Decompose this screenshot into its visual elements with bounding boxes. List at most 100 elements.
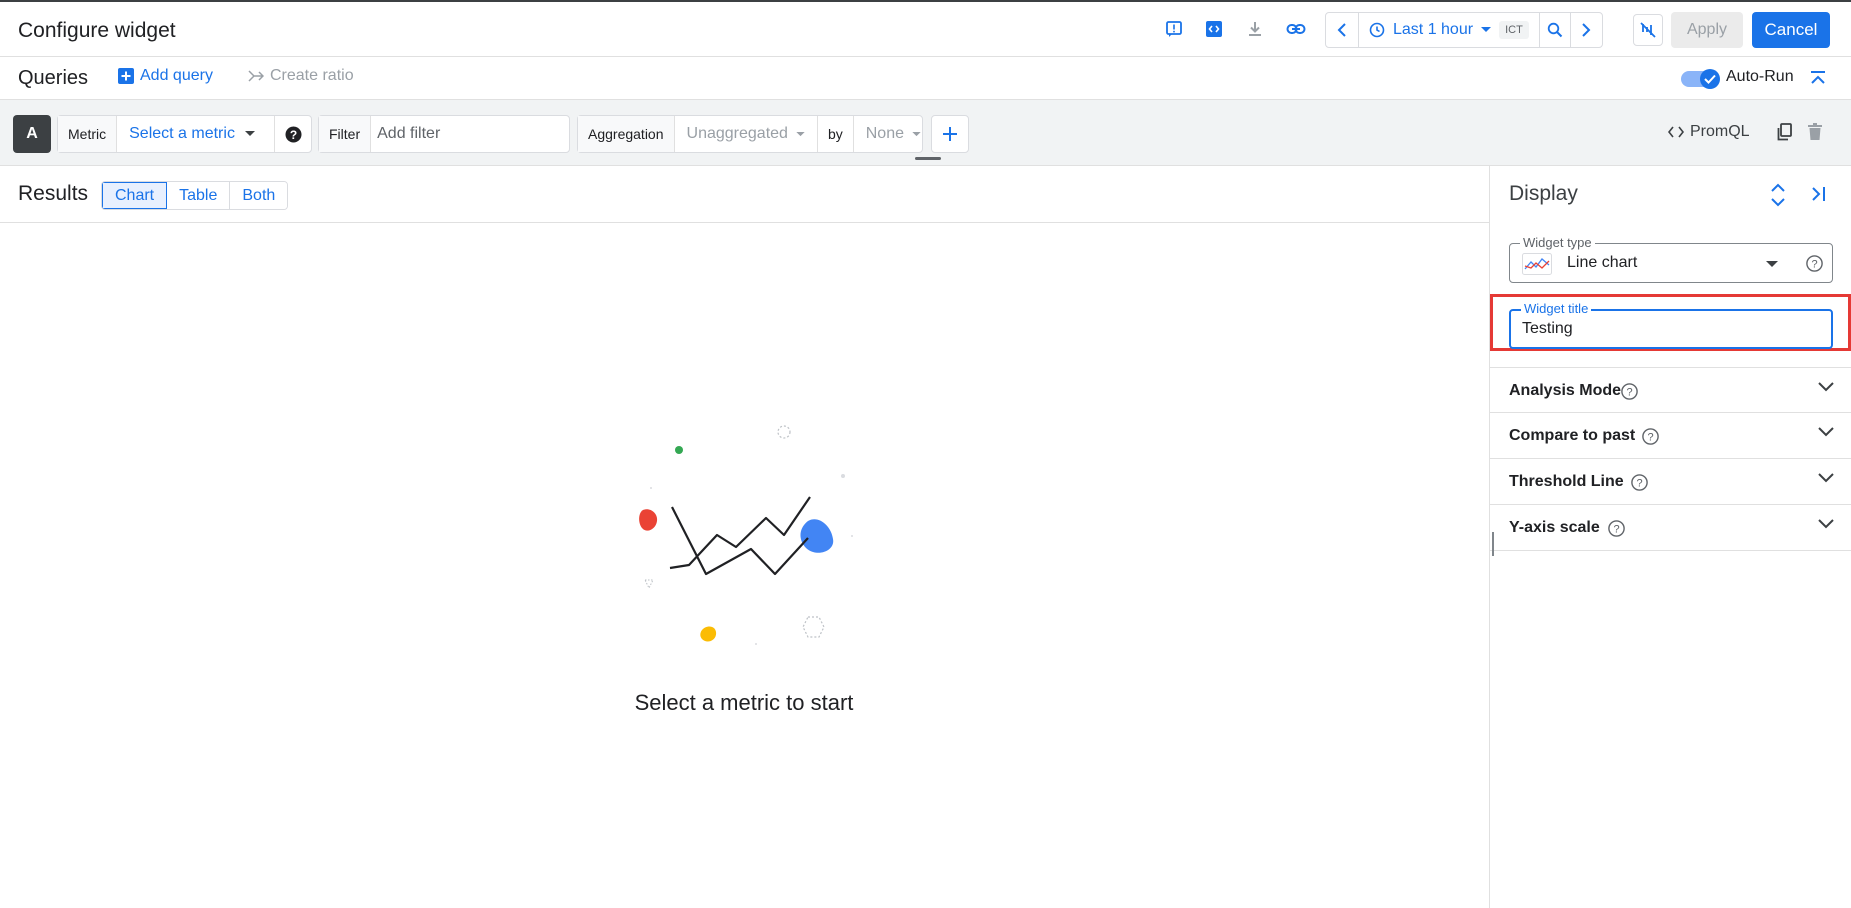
- svg-text:?: ?: [1626, 387, 1632, 399]
- metric-selector[interactable]: Metric Select a metric ?: [57, 115, 312, 153]
- accordion-compare-to-past[interactable]: Compare to past ?: [1490, 413, 1851, 459]
- resize-handle[interactable]: [915, 157, 941, 160]
- results-view-toggle: Chart Table Both: [101, 181, 289, 210]
- svg-text:?: ?: [289, 127, 296, 141]
- chevron-down-icon: [1818, 519, 1834, 529]
- aggregation-value: Unaggregated: [686, 125, 788, 142]
- svg-text:?: ?: [1613, 524, 1619, 536]
- aggregation-dropdown[interactable]: Unaggregated: [675, 116, 818, 152]
- accordion-analysis-mode[interactable]: Analysis Mode ?: [1490, 367, 1851, 413]
- header-bar: Configure widget Last 1 hour ICT Apply C…: [0, 0, 1851, 57]
- compare-to-past-label: Compare to past: [1509, 427, 1636, 444]
- caret-down-icon: [1766, 261, 1778, 268]
- timezone-badge: ICT: [1499, 21, 1529, 39]
- filter-field[interactable]: Filter Add filter: [318, 115, 570, 153]
- help-icon[interactable]: ?: [1621, 383, 1638, 400]
- duplicate-icon[interactable]: [1777, 123, 1793, 141]
- add-box-icon: [118, 68, 134, 84]
- by-label: by: [817, 116, 854, 152]
- time-back-button[interactable]: [1326, 13, 1359, 47]
- chevron-down-icon: [1818, 473, 1834, 483]
- chevron-down-icon: [1818, 382, 1834, 392]
- help-icon[interactable]: ?: [1642, 428, 1659, 445]
- svg-text:?: ?: [1647, 432, 1653, 444]
- widget-title-field[interactable]: Widget title Testing: [1509, 301, 1833, 349]
- time-range-picker[interactable]: Last 1 hour ICT: [1359, 13, 1540, 47]
- y-axis-scale-label: Y-axis scale: [1509, 519, 1600, 536]
- empty-state-message: Select a metric to start: [634, 690, 854, 715]
- caret-down-icon: [796, 131, 805, 137]
- analysis-mode-label: Analysis Mode: [1509, 382, 1622, 399]
- promql-button[interactable]: PromQL: [1668, 123, 1750, 141]
- caret-down-icon: [1481, 27, 1492, 33]
- collapse-queries-icon[interactable]: [1808, 68, 1828, 88]
- threshold-line-label: Threshold Line: [1509, 473, 1624, 490]
- metric-value: Select a metric: [129, 125, 235, 142]
- zoom-icon[interactable]: [1540, 13, 1571, 47]
- clock-icon: [1369, 22, 1385, 38]
- group-by-value: None: [865, 125, 904, 142]
- time-forward-button[interactable]: [1571, 13, 1602, 47]
- metric-label: Metric: [58, 116, 118, 152]
- page-title: Configure widget: [18, 19, 176, 42]
- caret-down-icon: [244, 131, 255, 137]
- metric-help-icon[interactable]: ?: [275, 116, 311, 152]
- promql-label: PromQL: [1690, 123, 1750, 140]
- svg-text:?: ?: [1636, 478, 1642, 490]
- aggregation-selector[interactable]: Aggregation Unaggregated by None: [577, 115, 923, 153]
- tab-table[interactable]: Table: [167, 182, 231, 209]
- accordion-threshold-line[interactable]: Threshold Line ?: [1490, 459, 1851, 505]
- widget-title-input[interactable]: Testing: [1522, 320, 1573, 338]
- empty-state-illustration: [630, 415, 860, 655]
- display-panel: Display Widget type Line chart ? Widget …: [1489, 166, 1851, 908]
- results-title: Results: [18, 182, 89, 205]
- svg-text:?: ?: [1811, 259, 1817, 271]
- accordion-y-axis-scale[interactable]: Y-axis scale ?: [1490, 505, 1851, 551]
- widget-type-value: Line chart: [1567, 254, 1638, 271]
- group-by-dropdown[interactable]: None: [854, 116, 933, 152]
- widget-title-label: Widget title: [1521, 301, 1592, 316]
- add-query-label: Add query: [140, 67, 213, 84]
- help-icon[interactable]: ?: [1806, 255, 1823, 272]
- add-query-button[interactable]: Add query: [118, 67, 213, 85]
- create-ratio-label: Create ratio: [270, 67, 354, 84]
- help-icon[interactable]: ?: [1608, 520, 1625, 537]
- code-icon[interactable]: [1200, 15, 1228, 43]
- filter-input[interactable]: Add filter: [371, 116, 452, 152]
- display-title: Display: [1509, 182, 1578, 205]
- caret-down-icon: [912, 131, 921, 137]
- cancel-button[interactable]: Cancel: [1752, 12, 1830, 48]
- link-icon[interactable]: [1282, 15, 1310, 43]
- help-icon[interactable]: ?: [1631, 474, 1648, 491]
- auto-run-toggle[interactable]: [1681, 68, 1723, 90]
- chevron-down-icon: [1818, 427, 1834, 437]
- create-ratio-button[interactable]: Create ratio: [248, 67, 354, 85]
- plus-icon: [943, 127, 957, 141]
- add-operation-button[interactable]: [931, 115, 969, 153]
- query-row-a: A Metric Select a metric ? Filter Add fi…: [0, 100, 1851, 166]
- results-bar: Results Chart Table Both: [0, 166, 1490, 223]
- widget-type-label: Widget type: [1520, 235, 1595, 250]
- metric-dropdown[interactable]: Select a metric: [117, 116, 275, 152]
- tab-chart[interactable]: Chart: [102, 182, 168, 209]
- line-chart-icon: [1522, 253, 1552, 275]
- collapse-panel-icon[interactable]: [1810, 185, 1828, 203]
- time-range-group: Last 1 hour ICT: [1325, 12, 1603, 48]
- queries-bar: Queries Add query Create ratio Auto-Run: [0, 57, 1851, 100]
- query-letter-badge[interactable]: A: [13, 115, 51, 153]
- code-brackets-icon: [1668, 126, 1684, 138]
- delete-icon[interactable]: [1808, 123, 1822, 141]
- auto-refresh-off-icon[interactable]: [1633, 14, 1663, 46]
- auto-run-label: Auto-Run: [1726, 68, 1794, 85]
- tab-both[interactable]: Both: [230, 182, 288, 209]
- time-range-label: Last 1 hour: [1393, 21, 1474, 38]
- apply-button[interactable]: Apply: [1671, 12, 1743, 48]
- queries-title: Queries: [18, 67, 89, 89]
- aggregation-label: Aggregation: [578, 116, 675, 152]
- expand-vertical-icon[interactable]: [1770, 183, 1786, 207]
- feedback-icon[interactable]: [1160, 15, 1188, 43]
- panel-resize-handle[interactable]: [1492, 532, 1494, 556]
- filter-label: Filter: [319, 116, 372, 152]
- widget-type-select[interactable]: Widget type Line chart ?: [1509, 235, 1833, 283]
- download-icon[interactable]: [1241, 15, 1269, 43]
